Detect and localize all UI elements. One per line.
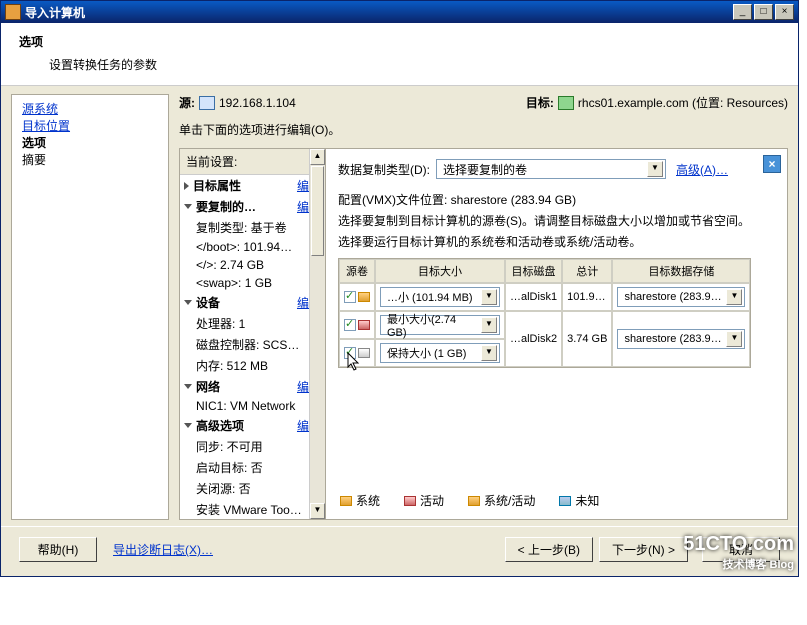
scroll-down-button[interactable]: ▼ (310, 503, 325, 519)
volumes-table: 源卷 目标大小 目标磁盘 总计 目标数据存储 …小 (101.94 MB)▼ …… (338, 258, 751, 368)
legend-system-icon (340, 496, 352, 506)
minimize-button[interactable]: _ (733, 4, 752, 20)
back-button[interactable]: < 上一步(B) (505, 537, 593, 562)
panel-close-button[interactable]: × (763, 155, 781, 173)
volume-checkbox[interactable] (344, 319, 356, 331)
app-icon (5, 4, 21, 20)
col-datastore: 目标数据存储 (612, 259, 750, 283)
group-header[interactable]: 高级选项编辑 (180, 415, 325, 436)
chevron-down-icon (184, 423, 192, 428)
detail-panel: × 数据复制类型(D): 选择要复制的卷 ▼ 高级(A)… 配置(VMX)文件位… (326, 149, 787, 519)
table-row: …小 (101.94 MB)▼ …alDisk1 101.9… sharesto… (339, 283, 750, 311)
page-title: 选项 (19, 33, 780, 50)
config-location: 配置(VMX)文件位置: sharestore (283.94 GB) (338, 191, 775, 208)
volume-checkbox[interactable] (344, 291, 356, 303)
settings-scrollbar[interactable]: ▲ ▼ (309, 149, 325, 519)
target-value: rhcs01.example.com (位置: Resources) (578, 94, 788, 111)
size-select[interactable]: 保持大小 (1 GB)▼ (380, 343, 500, 363)
table-row: 最小大小(2.74 GB)▼ …alDisk2 3.74 GB sharesto… (339, 311, 750, 339)
col-source-vol: 源卷 (339, 259, 375, 283)
settings-panel: 当前设置: 目标属性编辑要复制的…编辑复制类型: 基于卷</boot>: 101… (180, 149, 326, 519)
group-name: 要复制的… (196, 198, 293, 215)
setting-item: 同步: 不可用 (180, 436, 325, 457)
datastore-select[interactable]: sharestore (283.9…▼ (617, 287, 745, 307)
step-source[interactable]: 源系统 (22, 101, 158, 118)
setting-item: NIC1: VM Network (180, 397, 325, 415)
setting-item: 复制类型: 基于卷 (180, 217, 325, 238)
disk-icon (358, 348, 370, 358)
copy-type-label: 数据复制类型(D): (338, 161, 430, 178)
source-target-row: 源: 192.168.1.104 目标: rhcs01.example.com … (179, 94, 788, 111)
step-options: 选项 (22, 135, 158, 152)
wizard-footer: 帮助(H) 导出诊断日志(X)… < 上一步(B) 下一步(N) > 取消 (1, 526, 798, 576)
setting-item: <swap>: 1 GB (180, 274, 325, 292)
group-name: 高级选项 (196, 417, 293, 434)
maximize-button[interactable]: □ (754, 4, 773, 20)
next-button[interactable]: 下一步(N) > (599, 537, 688, 562)
wizard-header: 选项 设置转换任务的参数 (1, 23, 798, 86)
chevron-down-icon (184, 384, 192, 389)
group-header[interactable]: 网络编辑 (180, 376, 325, 397)
step-summary: 摘要 (22, 152, 158, 169)
help-text-1: 选择要复制到目标计算机的源卷(S)。请调整目标磁盘大小以增加或节省空间。 (338, 212, 775, 229)
disk-icon (358, 292, 370, 302)
group-name: 目标属性 (193, 177, 293, 194)
chevron-down-icon (184, 204, 192, 209)
step-destination[interactable]: 目标位置 (22, 118, 158, 135)
disk-icon (358, 320, 370, 330)
target-disk-cell: …alDisk1 (505, 283, 562, 311)
chevron-down-icon (184, 300, 192, 305)
cancel-button[interactable]: 取消 (702, 537, 780, 562)
size-select[interactable]: …小 (101.94 MB)▼ (380, 287, 500, 307)
wizard-steps: 源系统 目标位置 选项 摘要 (11, 94, 169, 520)
setting-item: 内存: 512 MB (180, 355, 325, 376)
group-name: 网络 (196, 378, 293, 395)
instruction-text: 单击下面的选项进行编辑(O)。 (179, 121, 788, 138)
host-icon (558, 96, 574, 110)
copy-type-select[interactable]: 选择要复制的卷 ▼ (436, 159, 666, 179)
chevron-right-icon (184, 182, 189, 190)
target-label: 目标: (526, 94, 554, 111)
advanced-link[interactable]: 高级(A)… (676, 161, 728, 178)
window-title: 导入计算机 (25, 4, 731, 21)
chevron-down-icon: ▼ (647, 161, 663, 177)
setting-item: 安装 VMware Too… (180, 499, 325, 519)
col-target-disk: 目标磁盘 (505, 259, 562, 283)
titlebar: 导入计算机 _ □ × (1, 1, 798, 23)
legend: 系统 活动 系统/活动 未知 (338, 492, 775, 509)
setting-item: 关闭源: 否 (180, 478, 325, 499)
target-disk-cell: …alDisk2 (505, 311, 562, 367)
volume-checkbox[interactable] (344, 347, 356, 359)
group-header[interactable]: 设备编辑 (180, 292, 325, 313)
group-name: 设备 (196, 294, 293, 311)
legend-sysact-icon (468, 496, 480, 506)
computer-icon (199, 96, 215, 110)
help-text-2: 选择要运行目标计算机的系统卷和活动卷或系统/活动卷。 (338, 233, 775, 250)
export-logs-link[interactable]: 导出诊断日志(X)… (113, 541, 213, 558)
total-cell: 3.74 GB (562, 311, 612, 367)
group-header[interactable]: 要复制的…编辑 (180, 196, 325, 217)
legend-active-icon (404, 496, 416, 506)
page-subtitle: 设置转换任务的参数 (19, 56, 780, 73)
col-total: 总计 (562, 259, 612, 283)
total-cell: 101.9… (562, 283, 612, 311)
setting-item: 磁盘控制器: SCS… (180, 334, 325, 355)
setting-item: </>: 2.74 GB (180, 256, 325, 274)
setting-item: </boot>: 101.94… (180, 238, 325, 256)
datastore-select[interactable]: sharestore (283.9…▼ (617, 329, 745, 349)
source-ip: 192.168.1.104 (219, 96, 296, 110)
settings-header: 当前设置: (180, 149, 325, 175)
scroll-up-button[interactable]: ▲ (310, 149, 325, 165)
close-button[interactable]: × (775, 4, 794, 20)
legend-unknown-icon (559, 496, 571, 506)
help-button[interactable]: 帮助(H) (19, 537, 97, 562)
group-header[interactable]: 目标属性编辑 (180, 175, 325, 196)
col-target-size: 目标大小 (375, 259, 505, 283)
size-select[interactable]: 最小大小(2.74 GB)▼ (380, 315, 500, 335)
source-label: 源: (179, 94, 195, 111)
scroll-thumb[interactable] (311, 166, 324, 256)
setting-item: 处理器: 1 (180, 313, 325, 334)
setting-item: 启动目标: 否 (180, 457, 325, 478)
